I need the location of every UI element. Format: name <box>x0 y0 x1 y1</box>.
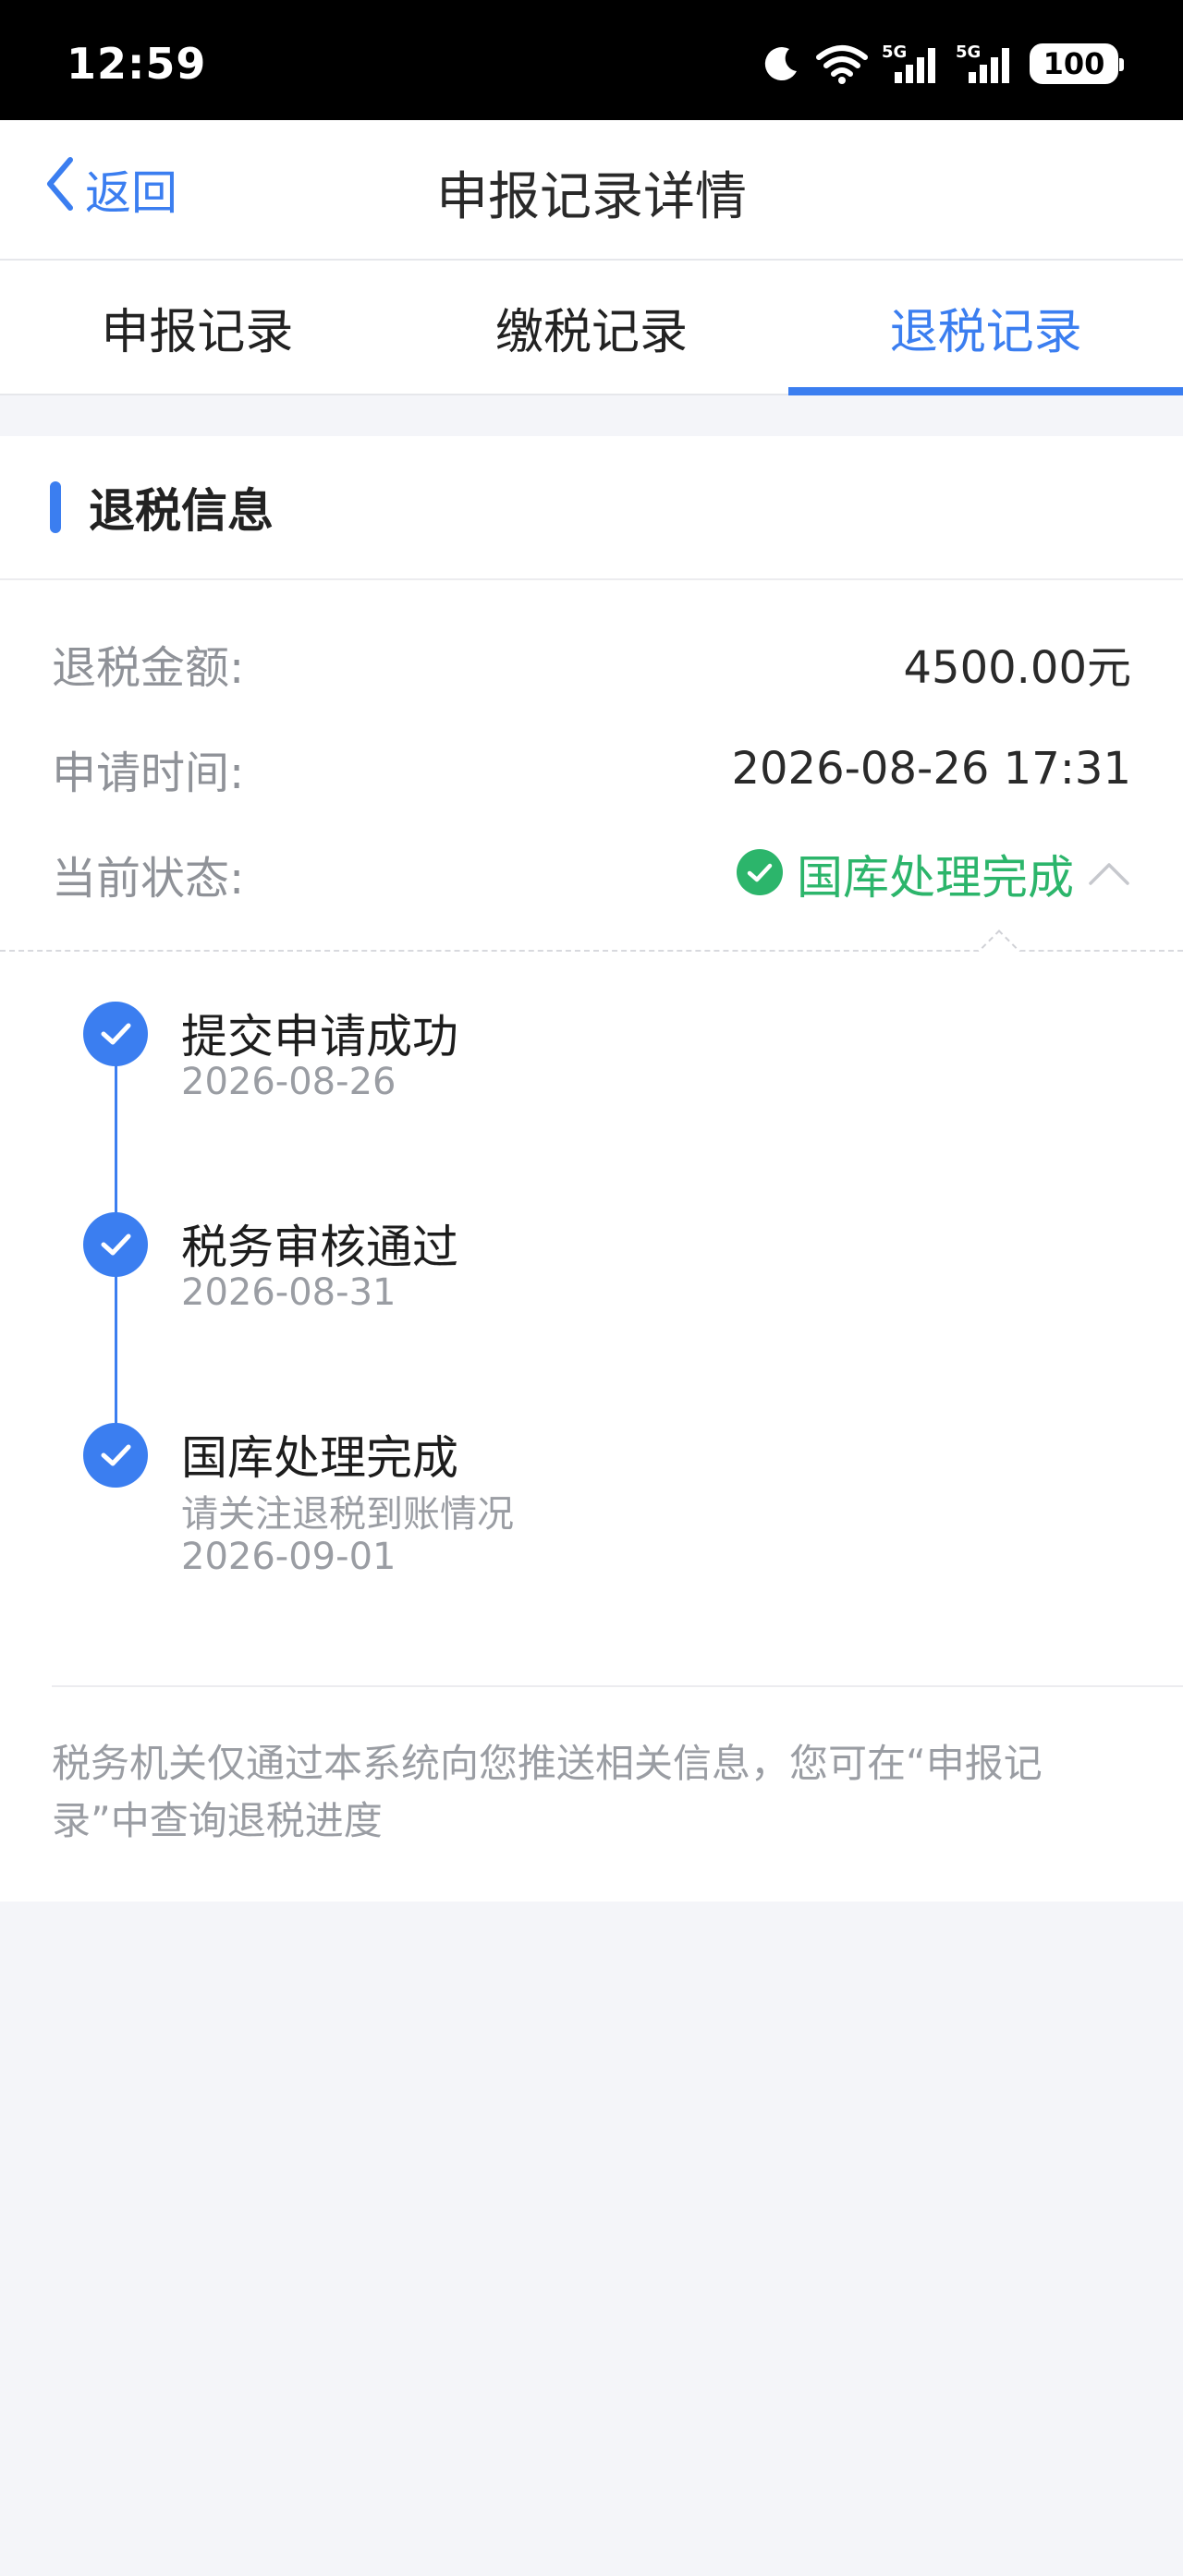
status-toggle[interactable]: 国库处理完成 <box>736 841 1131 907</box>
svg-text:5G: 5G <box>956 43 981 62</box>
timeline-step-title: 税务审核通过 <box>181 1221 458 1274</box>
tab-refund-records[interactable]: 退税记录 <box>788 261 1183 395</box>
current-status-label: 当前状态: <box>52 853 245 905</box>
refund-amount-label: 退税金额: <box>52 642 245 694</box>
status-icons: 5G 5G 100 <box>762 41 1124 87</box>
footer-note: 税务机关仅通过本系统向您推送相关信息，您可在“申报记录”中查询退税进度 <box>52 1741 1043 1843</box>
wifi-icon <box>815 43 869 85</box>
signal-5g-icon: 5G <box>882 43 943 85</box>
refund-amount-value: 4500.00元 <box>903 642 1132 694</box>
apply-time-value: 2026-08-26 17:31 <box>731 743 1131 795</box>
dropdown-pointer <box>974 926 1024 952</box>
status-bar: 12:59 5G 5G 100 <box>0 0 1183 120</box>
tab-declaration-records[interactable]: 申报记录 <box>0 261 395 394</box>
status-value: 国库处理完成 <box>797 851 1074 905</box>
section-header: 退税信息 <box>0 436 1183 580</box>
back-button[interactable]: 返回 <box>44 157 177 222</box>
moon-icon <box>762 43 802 84</box>
check-icon <box>83 1423 148 1488</box>
check-icon <box>83 1002 148 1066</box>
battery-indicator: 100 <box>1030 43 1124 84</box>
section-accent-bar <box>50 481 61 533</box>
refund-amount-row: 退税金额: 4500.00元 <box>52 626 1131 700</box>
signal-5g-icon: 5G <box>956 43 1017 85</box>
current-status-row: 当前状态: 国库处理完成 <box>52 837 1131 911</box>
tab-bar: 申报记录 缴税记录 退税记录 <box>0 261 1183 395</box>
timeline-step-note: 请关注退税到账情况 <box>181 1493 514 1536</box>
timeline-step-date: 2026-08-26 <box>181 1061 396 1103</box>
chevron-left-icon <box>44 156 76 223</box>
check-circle-icon <box>736 848 784 900</box>
status-time: 12:59 <box>67 39 207 89</box>
chevron-up-icon <box>1087 856 1131 893</box>
page-title: 申报记录详情 <box>436 167 747 227</box>
timeline-step-date: 2026-08-31 <box>181 1271 396 1314</box>
refund-info-card: 退税信息 退税金额: 4500.00元 申请时间: 2026-08-26 17:… <box>0 436 1183 1902</box>
timeline-step-title: 国库处理完成 <box>181 1431 458 1485</box>
apply-time-row: 申请时间: 2026-08-26 17:31 <box>52 732 1131 806</box>
timeline-step-date: 2026-09-01 <box>181 1536 396 1578</box>
footer-divider <box>52 1685 1183 1687</box>
check-icon <box>83 1212 148 1277</box>
nav-bar: 返回 申报记录详情 <box>0 120 1183 261</box>
timeline-step-title: 提交申请成功 <box>181 1010 458 1063</box>
svg-text:5G: 5G <box>882 43 907 62</box>
back-label: 返回 <box>85 166 177 220</box>
tab-payment-records[interactable]: 缴税记录 <box>395 261 789 394</box>
apply-time-label: 申请时间: <box>52 747 245 799</box>
section-title: 退税信息 <box>89 484 274 538</box>
